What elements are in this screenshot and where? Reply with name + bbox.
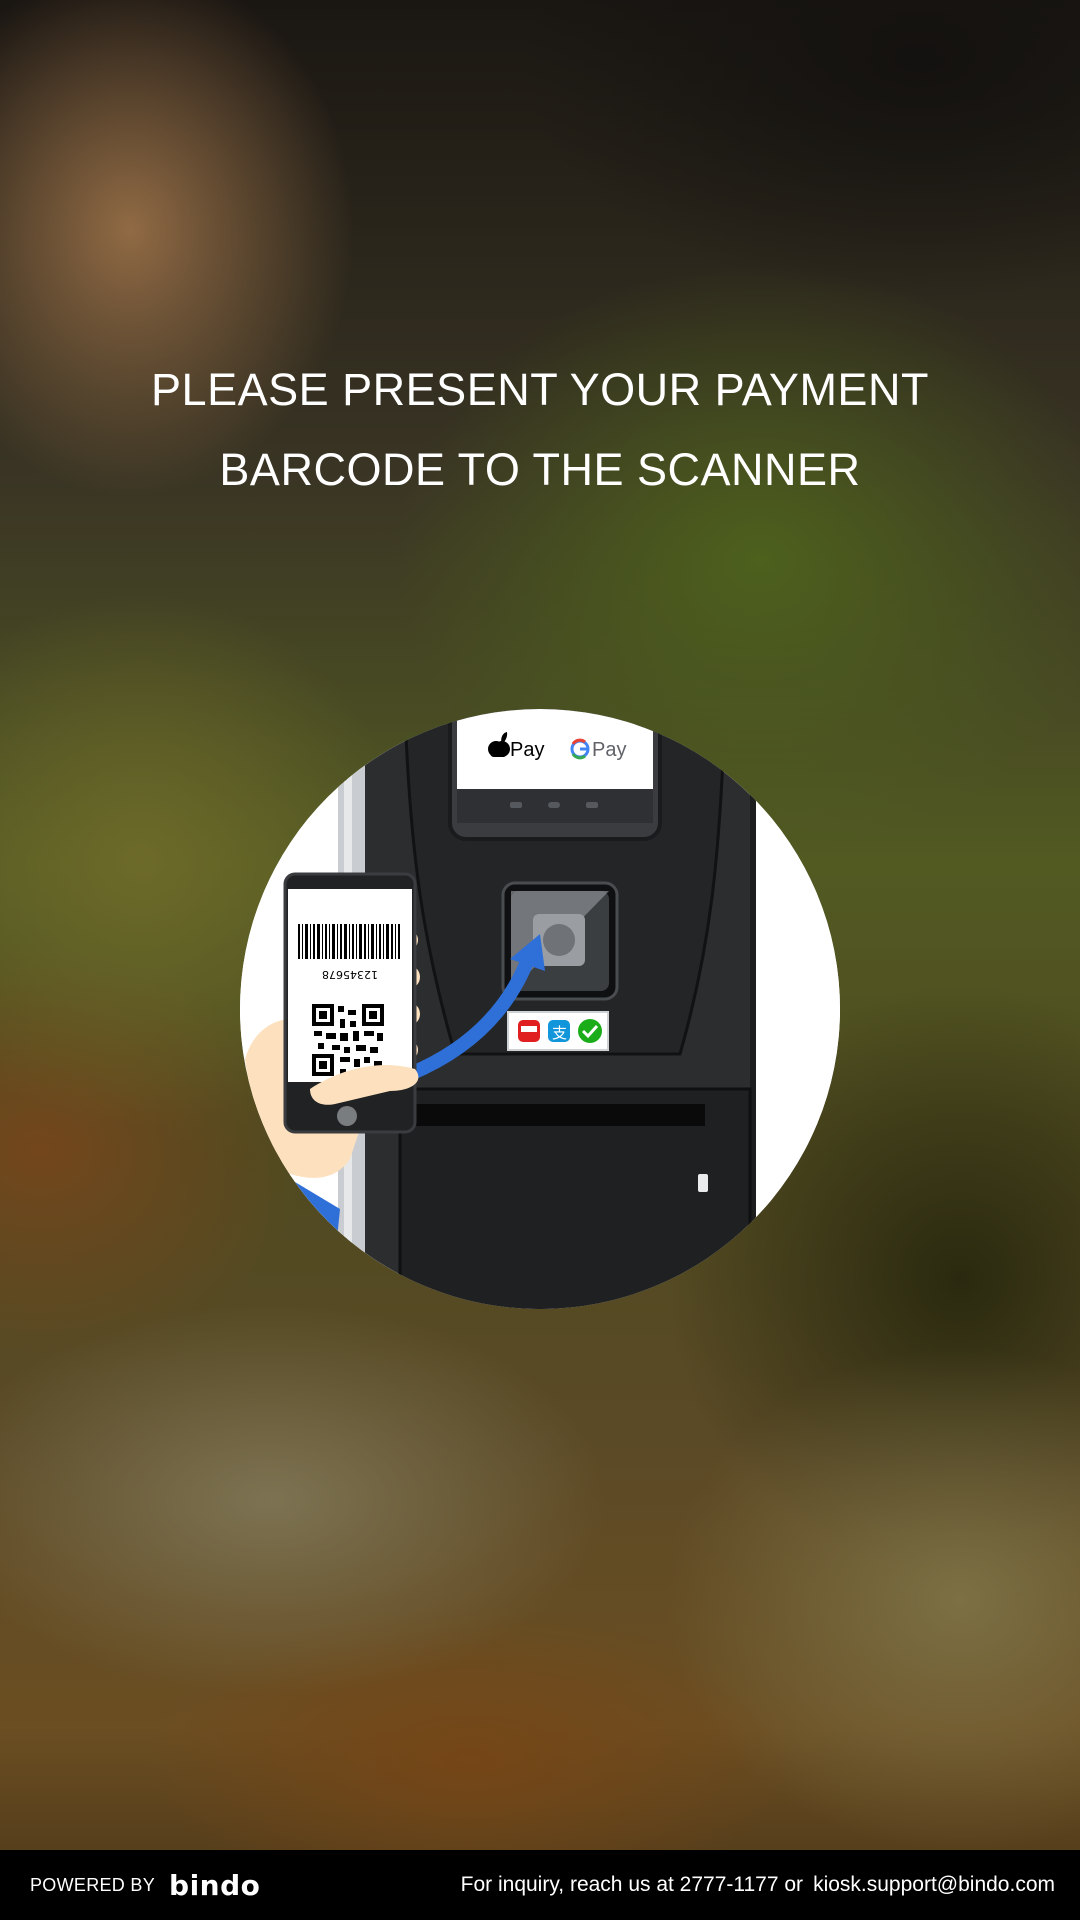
barcode-number: 12345678 — [322, 968, 378, 981]
headline-line-1: PLEASE PRESENT YOUR PAYMENT — [151, 364, 929, 415]
headline-line-2: BARCODE TO THE SCANNER — [219, 444, 861, 495]
powered-by-label: POWERED BY — [30, 1874, 156, 1895]
bindo-logo: bindo — [169, 1868, 261, 1902]
footer-bar: POWERED BY bindo For inquiry, reach us a… — [0, 1850, 1080, 1920]
google-pay-label: Pay — [592, 739, 626, 761]
scan-instruction-illustration: Pay Pay 支 12345678 — [240, 709, 840, 1309]
payment-terminal-screen: Pay Pay — [448, 709, 662, 841]
kiosk-scanner-graphic: Pay Pay 支 12345678 — [240, 709, 840, 1309]
wechat-pay-icon — [578, 1019, 602, 1043]
powered-by: POWERED BY bindo — [30, 1850, 260, 1920]
qr-code-icon — [312, 1004, 384, 1076]
support-email: kiosk.support@bindo.com — [813, 1873, 1055, 1896]
apple-pay-label: Pay — [510, 739, 544, 761]
svg-text:支: 支 — [552, 1024, 567, 1042]
google-pay-icon: Pay — [570, 738, 626, 761]
inquiry-text: For inquiry, reach us at 2777-1177 or — [460, 1873, 804, 1896]
accepted-wallets-badge: 支 — [507, 1011, 609, 1051]
inquiry-contact: For inquiry, reach us at 2777-1177 or ki… — [461, 1850, 1055, 1920]
instruction-headline: PLEASE PRESENT YOUR PAYMENT BARCODE TO T… — [0, 350, 1080, 510]
